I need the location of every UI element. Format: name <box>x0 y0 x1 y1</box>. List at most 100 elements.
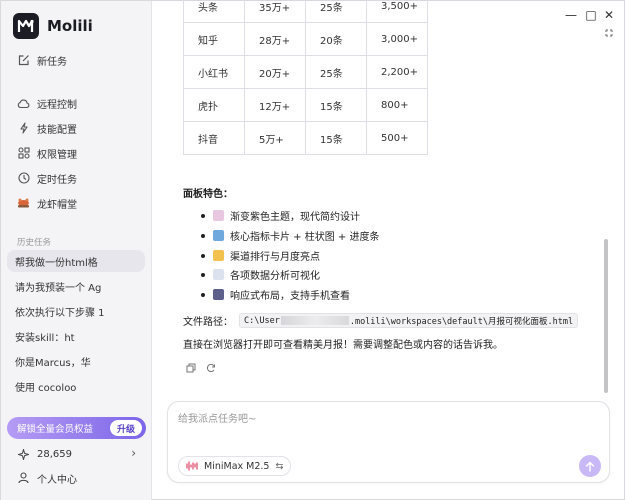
phone-icon <box>213 289 224 300</box>
table-cell: 2,200+ <box>366 55 428 89</box>
chevron-right-icon: › <box>131 446 136 460</box>
history-item[interactable]: 安装skill：ht <box>7 325 145 347</box>
bullet <box>201 292 205 297</box>
bullet <box>201 253 205 258</box>
feature-item: 渠道排行与月度亮点 <box>201 248 320 263</box>
user-icon <box>17 472 30 485</box>
table-cell: 15条 <box>305 121 367 155</box>
file-path-end: .molili\workspaces\default\月报可视化面板.html <box>349 316 574 327</box>
minimax-logo-icon <box>186 461 198 471</box>
table-cell: 500+ <box>366 121 428 155</box>
trophy-icon <box>213 250 224 261</box>
history-item[interactable]: 请为我预装一个 Ag <box>7 275 145 297</box>
file-path-start: C:\User <box>244 315 280 326</box>
table-row: 小红书 20万+ 25条 2,200+ <box>183 55 428 89</box>
brand: Molili <box>13 13 93 39</box>
refresh-icon[interactable] <box>205 362 217 374</box>
palette-icon <box>213 210 224 221</box>
user-center-button[interactable]: 个人中心 <box>9 469 144 487</box>
reply-text: 直接在浏览器打开即可查看精美月报！需要调整配色或内容的话告诉我。 <box>183 340 503 351</box>
new-task-button[interactable]: 新任务 <box>9 49 144 71</box>
table-cell: 3,000+ <box>366 22 428 56</box>
feature-item: 渐变紫色主题，现代简约设计 <box>201 208 360 223</box>
new-task-icon <box>17 54 30 67</box>
feature-text: 渐变紫色主题，现代简约设计 <box>230 212 360 223</box>
sidebar-item-scheduled-tasks[interactable]: 定时任务 <box>9 167 144 189</box>
upgrade-button[interactable]: 升级 <box>109 420 142 436</box>
history-item[interactable]: 你是Marcus，华 <box>7 350 145 372</box>
resize-handle-icon[interactable] <box>602 25 616 41</box>
lightning-icon <box>17 122 30 135</box>
table-cell: 5万+ <box>244 121 306 155</box>
model-name: MiniMax M2.5 <box>204 460 270 472</box>
feature-text: 核心指标卡片 + 柱状图 + 进度条 <box>230 232 380 243</box>
bar-chart-icon <box>213 230 224 241</box>
vip-banner[interactable]: 解锁全量会员权益 升级 <box>7 417 146 439</box>
table-cell: 虎扑 <box>183 88 245 122</box>
feature-item: 各项数据分析可视化 <box>201 267 320 282</box>
send-button[interactable] <box>579 455 601 477</box>
user-center-label: 个人中心 <box>37 474 77 486</box>
table-cell: 20万+ <box>244 55 306 89</box>
sidebar-item-label: 技能配置 <box>37 124 77 136</box>
new-task-label: 新任务 <box>37 56 67 68</box>
grid-icon <box>17 147 30 160</box>
table-row: 头条 35万+ 25条 3,500+ <box>183 0 428 23</box>
sidebar-item-label: 远程控制 <box>37 99 77 111</box>
sidebar-item-remote-control[interactable]: 远程控制 <box>9 92 144 114</box>
app-window: Molili 新任务 远程控制 技能配置 权限管理 定时任务 龙虾帽堂 历史任务… <box>0 0 625 500</box>
model-selector[interactable]: MiniMax M2.5 ⇆ <box>178 456 292 476</box>
bullet <box>201 233 205 238</box>
sidebar-item-skill-config[interactable]: 技能配置 <box>9 117 144 139</box>
table-row: 知乎 28万+ 20条 3,000+ <box>183 22 428 56</box>
trend-chart-icon <box>213 269 224 280</box>
table-cell: 20条 <box>305 22 367 56</box>
sidebar: Molili 新任务 远程控制 技能配置 权限管理 定时任务 龙虾帽堂 历史任务… <box>1 1 152 500</box>
table-cell: 知乎 <box>183 22 245 56</box>
sidebar-item-label: 权限管理 <box>37 149 77 161</box>
swap-icon: ⇆ <box>275 460 284 472</box>
bullet <box>201 272 205 277</box>
table-cell: 3,500+ <box>366 0 428 23</box>
history-item[interactable]: 帮我做一份html格 <box>7 250 145 272</box>
file-path-row: 文件路径： C:\User .molili\workspaces\default… <box>183 313 579 328</box>
app-name: Molili <box>47 17 93 35</box>
chat-input[interactable] <box>178 410 578 436</box>
file-path-code[interactable]: C:\User .molili\workspaces\default\月报可视化… <box>239 313 579 328</box>
history-item[interactable]: 依次执行以下步骤 1 <box>7 300 145 322</box>
copy-icon[interactable] <box>185 362 197 374</box>
feature-text: 各项数据分析可视化 <box>230 271 320 282</box>
feature-item: 响应式布局，支持手机查看 <box>201 287 350 302</box>
maximize-button[interactable]: □ <box>584 7 598 23</box>
table-cell: 35万+ <box>244 0 306 23</box>
chat-input-box: MiniMax M2.5 ⇆ <box>167 401 610 483</box>
points-value: 28,659 <box>37 448 72 460</box>
table-cell: 抖音 <box>183 121 245 155</box>
minimize-button[interactable]: — <box>564 7 578 23</box>
sidebar-item-permissions[interactable]: 权限管理 <box>9 142 144 164</box>
bullet <box>201 213 205 218</box>
table-cell: 25条 <box>305 55 367 89</box>
scrollbar[interactable] <box>604 239 608 393</box>
close-button[interactable]: ✕ <box>602 7 616 23</box>
history-section-label: 历史任务 <box>17 238 52 248</box>
table-cell: 小红书 <box>183 55 245 89</box>
lobster-icon <box>17 197 30 210</box>
vip-label: 解锁全量会员权益 <box>17 424 94 435</box>
history-item[interactable]: 使用 cocoloo <box>7 375 145 397</box>
diamond-icon <box>17 448 30 461</box>
sidebar-item-lobster-hall[interactable]: 龙虾帽堂 <box>9 192 144 214</box>
clock-icon <box>17 172 30 185</box>
table-cell: 头条 <box>183 0 245 23</box>
points-row[interactable]: 28,659 › <box>9 445 144 463</box>
table-cell: 800+ <box>366 88 428 122</box>
table-cell: 15条 <box>305 88 367 122</box>
table-row: 虎扑 12万+ 15条 800+ <box>183 88 428 122</box>
sidebar-item-label: 龙虾帽堂 <box>37 199 77 211</box>
sidebar-item-label: 定时任务 <box>37 174 77 186</box>
table-cell: 12万+ <box>244 88 306 122</box>
data-table: 头条 35万+ 25条 3,500+ 知乎 28万+ 20条 3,000+ 小红… <box>183 0 428 155</box>
feature-item: 核心指标卡片 + 柱状图 + 进度条 <box>201 228 379 243</box>
feature-text: 渠道排行与月度亮点 <box>230 252 320 263</box>
cloud-icon <box>17 97 30 110</box>
